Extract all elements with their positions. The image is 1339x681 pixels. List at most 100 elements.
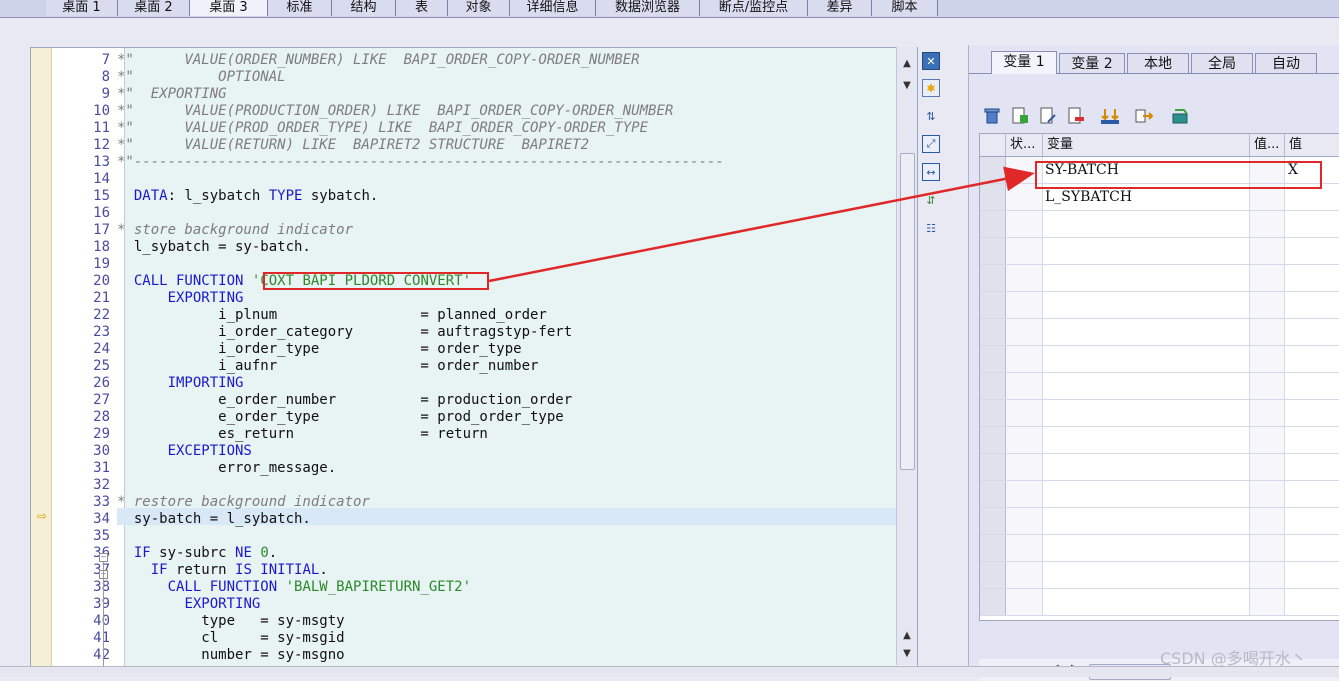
value-cell[interactable] (1285, 481, 1339, 507)
code-line[interactable]: sy-batch = l_sybatch. (117, 511, 311, 528)
row-selector[interactable] (980, 265, 1006, 291)
layout-settings-icon[interactable]: ☷ (922, 219, 940, 237)
value-cell[interactable] (1285, 265, 1339, 291)
variable-name-cell[interactable] (1043, 508, 1250, 534)
row-selector[interactable] (980, 346, 1006, 372)
desktop-tab[interactable]: 脚本 (872, 0, 938, 16)
value-cell[interactable] (1285, 292, 1339, 318)
split-icon[interactable]: ⇵ (922, 191, 940, 209)
variable-name-cell[interactable] (1043, 427, 1250, 453)
desktop-tab[interactable]: 断点/监控点 (700, 0, 808, 16)
value-cell[interactable] (1285, 211, 1339, 237)
code-line[interactable]: i_order_type = order_type (117, 341, 521, 358)
editor-vertical-scrollbar[interactable]: ▲ ▼ ▲ ▼ (896, 47, 917, 665)
desktop-tab[interactable]: 详细信息 (510, 0, 596, 16)
table-row[interactable] (980, 427, 1339, 454)
status-column-header[interactable]: 状... (1006, 134, 1043, 156)
code-line[interactable]: IF sy-subrc NE 0. (117, 545, 277, 562)
variable-name-cell[interactable] (1043, 373, 1250, 399)
variables-tab[interactable]: 全局 (1191, 53, 1253, 73)
desktop-tab[interactable]: 桌面 1 (46, 0, 118, 16)
value-cell[interactable] (1285, 400, 1339, 426)
value-hex-column-header[interactable]: 值... (1250, 134, 1285, 156)
table-row[interactable] (980, 265, 1339, 292)
row-selector[interactable] (980, 562, 1006, 588)
code-line[interactable]: EXPORTING (117, 290, 244, 307)
code-line[interactable]: cl = sy-msgid (117, 630, 344, 647)
scroll-up-icon[interactable]: ▲ (897, 55, 917, 73)
desktop-tab[interactable]: 桌面 3 (190, 0, 268, 16)
value-cell[interactable] (1285, 373, 1339, 399)
code-line[interactable]: *" EXPORTING (117, 86, 227, 103)
table-row[interactable] (980, 400, 1339, 427)
desktop-tab[interactable]: 数据浏览器 (596, 0, 700, 16)
code-line[interactable]: CALL FUNCTION 'BALW_BAPIRETURN_GET2' (117, 579, 471, 596)
code-line[interactable]: IF return IS INITIAL. (117, 562, 328, 579)
scroll-down-icon[interactable]: ▼ (897, 645, 917, 663)
variable-name-cell[interactable] (1043, 238, 1250, 264)
variable-name-cell[interactable] (1043, 454, 1250, 480)
row-selector[interactable] (980, 508, 1006, 534)
variable-name-cell[interactable] (1043, 319, 1250, 345)
row-selector[interactable] (980, 427, 1006, 453)
code-line[interactable]: *" VALUE(ORDER_NUMBER) LIKE BAPI_ORDER_C… (117, 52, 640, 69)
variables-tab[interactable]: 本地 (1127, 53, 1189, 73)
table-row[interactable] (980, 454, 1339, 481)
row-selector[interactable] (980, 211, 1006, 237)
code-line[interactable]: *" VALUE(PROD_ORDER_TYPE) LIKE BAPI_ORDE… (117, 120, 648, 137)
table-row[interactable] (980, 238, 1339, 265)
scroll-up-icon[interactable]: ▲ (897, 627, 917, 645)
row-selector[interactable] (980, 400, 1006, 426)
scroll-down-icon[interactable]: ▼ (897, 77, 917, 95)
scrollbar-thumb[interactable] (900, 153, 915, 470)
variable-column-header[interactable]: 变量 (1043, 134, 1250, 156)
value-cell[interactable] (1285, 319, 1339, 345)
variables-tab[interactable]: 变量 1 (991, 51, 1057, 74)
code-line[interactable]: es_return = return (117, 426, 488, 443)
code-line[interactable]: * restore background indicator (117, 494, 370, 511)
code-line[interactable]: IMPORTING (117, 375, 244, 392)
sort-icon[interactable] (1099, 105, 1121, 127)
desktop-tab[interactable]: 表 (396, 0, 448, 16)
delete-row-icon[interactable] (1065, 105, 1087, 127)
row-selector[interactable] (980, 184, 1006, 210)
code-line[interactable]: EXCEPTIONS (117, 443, 252, 460)
code-line[interactable]: *" VALUE(PRODUCTION_ORDER) LIKE BAPI_ORD… (117, 103, 673, 120)
delete-icon[interactable] (981, 105, 1003, 127)
desktop-tab[interactable]: 差异 (808, 0, 872, 16)
code-line[interactable]: i_aufnr = order_number (117, 358, 538, 375)
variables-table[interactable]: 状... 变量 值... 值 SY-BATCH X L_SYBATCH (979, 133, 1339, 621)
table-row[interactable] (980, 292, 1339, 319)
code-line[interactable]: * store background indicator (117, 222, 353, 239)
code-line[interactable]: error_message. (117, 460, 336, 477)
row-selector[interactable] (980, 319, 1006, 345)
variable-name-cell[interactable] (1043, 346, 1250, 372)
code-line[interactable]: l_sybatch = sy-batch. (117, 239, 311, 256)
row-selector[interactable] (980, 157, 1006, 183)
variables-tab[interactable]: 自动 (1255, 53, 1317, 73)
value-cell[interactable] (1285, 535, 1339, 561)
variable-name-cell[interactable] (1043, 292, 1250, 318)
source-code-editor[interactable]: 7 8 9 10 11 12 13 14 15 16 17 18 19 20 21 22 23 24 25 26 27 2… (30, 47, 918, 667)
row-selector[interactable] (980, 481, 1006, 507)
row-selector[interactable] (980, 454, 1006, 480)
variables-tab[interactable]: 变量 2 (1059, 53, 1125, 73)
table-row[interactable] (980, 481, 1339, 508)
edit-row-icon[interactable] (1037, 105, 1059, 127)
row-selector[interactable] (980, 535, 1006, 561)
table-row[interactable] (980, 211, 1339, 238)
maximize-icon[interactable]: ⤢ (922, 135, 940, 153)
code-line[interactable]: *" VALUE(RETURN) LIKE BAPIRET2 STRUCTURE… (117, 137, 589, 154)
value-cell[interactable] (1285, 346, 1339, 372)
row-selector[interactable] (980, 238, 1006, 264)
variable-name-cell[interactable] (1043, 400, 1250, 426)
swap-panels-icon[interactable]: ⇅ (922, 107, 940, 125)
table-row[interactable] (980, 508, 1339, 535)
desktop-tab[interactable]: 对象 (448, 0, 510, 16)
code-line[interactable]: type = sy-msgty (117, 613, 344, 630)
value-cell[interactable] (1285, 238, 1339, 264)
value-cell[interactable] (1285, 589, 1339, 615)
variable-name-cell[interactable] (1043, 481, 1250, 507)
code-line[interactable]: i_plnum = planned_order (117, 307, 547, 324)
table-row[interactable] (980, 562, 1339, 589)
